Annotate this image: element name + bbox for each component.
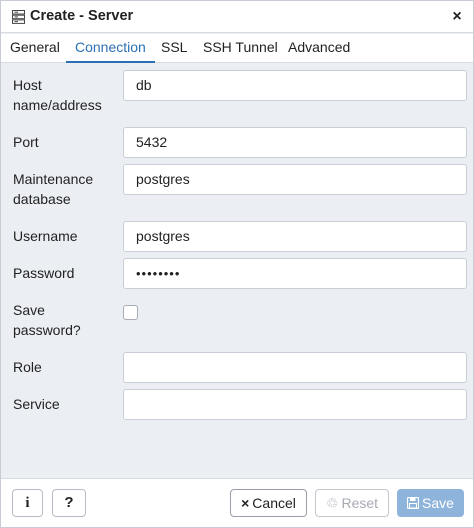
- service-input[interactable]: [123, 389, 467, 420]
- create-server-dialog: Create - Server × General Connection SSL…: [0, 0, 474, 528]
- save-label: Save: [422, 495, 454, 511]
- save-button[interactable]: Save: [397, 489, 464, 517]
- cancel-label: Cancel: [252, 495, 296, 511]
- info-button[interactable]: i: [12, 489, 43, 517]
- dialog-titlebar: Create - Server ×: [1, 1, 473, 33]
- reset-label: Reset: [341, 495, 379, 511]
- recycle-icon: ♲: [325, 495, 339, 511]
- maintenance-db-input[interactable]: postgres: [123, 164, 467, 195]
- close-icon[interactable]: ×: [449, 8, 465, 26]
- service-label: Service: [13, 396, 60, 412]
- server-icon: [12, 10, 25, 24]
- dialog-title: Create - Server: [30, 8, 134, 24]
- port-input[interactable]: 5432: [123, 127, 467, 158]
- host-label: Host name/address: [13, 77, 102, 113]
- role-label: Role: [13, 359, 42, 375]
- maintenance-db-label: Maintenance database: [13, 171, 94, 207]
- cancel-button[interactable]: × Cancel: [230, 489, 307, 517]
- username-label: Username: [13, 228, 78, 244]
- tab-ssl[interactable]: SSL: [161, 34, 187, 63]
- close-icon: ×: [241, 495, 250, 511]
- dialog-footer: i ? × Cancel ♲ Reset Save: [1, 478, 473, 527]
- tab-bar: General Connection SSL SSH Tunnel Advanc…: [1, 34, 473, 63]
- tab-advanced[interactable]: Advanced: [288, 34, 350, 63]
- save-password-label: Save password?: [13, 302, 81, 338]
- password-input[interactable]: ••••••••: [123, 258, 467, 289]
- username-input[interactable]: postgres: [123, 221, 467, 252]
- tab-ssh-tunnel[interactable]: SSH Tunnel: [203, 34, 278, 63]
- tab-general[interactable]: General: [10, 34, 60, 63]
- floppy-disk-icon: [407, 497, 420, 509]
- port-label: Port: [13, 134, 39, 150]
- host-input[interactable]: db: [123, 70, 467, 101]
- role-input[interactable]: [123, 352, 467, 383]
- reset-button[interactable]: ♲ Reset: [315, 489, 389, 517]
- connection-form: Host name/address db Port 5432 Maintenan…: [1, 64, 473, 477]
- tab-connection[interactable]: Connection: [66, 34, 155, 63]
- password-label: Password: [13, 265, 75, 281]
- help-button[interactable]: ?: [52, 489, 86, 517]
- save-password-checkbox[interactable]: [123, 305, 138, 320]
